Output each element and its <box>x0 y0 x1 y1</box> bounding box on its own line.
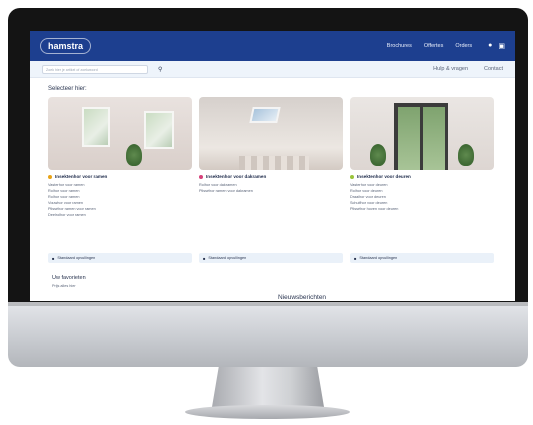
category-dot <box>48 174 52 179</box>
monitor-chin <box>8 302 528 367</box>
window-left <box>82 107 110 147</box>
card-roof-windows[interactable]: Insektenhor voor dakramen Rolhor voor da… <box>199 97 343 218</box>
site-logo[interactable]: hamstra <box>40 38 92 54</box>
sub-nav: Hulp & vragen Contact <box>433 66 503 72</box>
chin-shadow <box>8 302 528 306</box>
site-header: hamstra Brochures Offertes Orders ● ▣ <box>30 31 515 61</box>
roof-window <box>249 107 281 123</box>
card-title[interactable]: Insektenhor voor dakramen <box>206 174 266 179</box>
card-footer-label: Standaard opvullingen <box>359 256 398 260</box>
card-footers: ■ Standaard opvullingen ■ Standaard opvu… <box>48 249 494 263</box>
card-footer-windows[interactable]: ■ Standaard opvullingen <box>48 253 192 263</box>
contact-link[interactable]: Contact <box>484 66 503 72</box>
stair-railing <box>239 156 309 170</box>
user-icon[interactable]: ● <box>488 42 492 50</box>
card-photo-roof-windows[interactable] <box>199 97 343 170</box>
section-title: Selecteer hier: <box>48 86 87 92</box>
grid-icon: ■ <box>203 255 206 261</box>
category-dot <box>199 174 203 179</box>
card-head: Insektenhor voor dakramen <box>199 174 343 179</box>
nav-offertes[interactable]: Offertes <box>424 43 443 49</box>
news-title: Nieuwsberichten <box>278 294 327 301</box>
card-windows[interactable]: Insektenhor voor ramen Vasterhor voor ra… <box>48 97 192 218</box>
help-link[interactable]: Hulp & vragen <box>433 66 468 72</box>
door-glass-left <box>398 107 420 170</box>
monitor-stand-neck <box>212 367 324 407</box>
screen: hamstra Brochures Offertes Orders ● ▣ Zo… <box>30 31 515 301</box>
monitor: hamstra Brochures Offertes Orders ● ▣ Zo… <box>0 0 533 425</box>
favorites-section: Uw favorieten Prijs alles hier <box>52 275 86 288</box>
card-footer-roof-windows[interactable]: ■ Standaard opvullingen <box>199 253 343 263</box>
list-item[interactable]: Deelrolhor voor ramen <box>48 212 192 218</box>
card-footer-label: Standaard opvullingen <box>57 256 96 260</box>
card-footer-label: Standaard opvullingen <box>208 256 247 260</box>
window-right <box>144 111 174 149</box>
card-head: Insektenhor voor ramen <box>48 174 192 179</box>
main-content: Selecteer hier: Insektenhor voor ramen V… <box>30 78 515 218</box>
grid-icon: ■ <box>354 255 357 261</box>
search-icon[interactable]: ⚲ <box>158 66 162 73</box>
plant <box>458 144 474 166</box>
door-glass-right <box>423 107 445 170</box>
plant <box>370 144 386 166</box>
header-icons: ● ▣ <box>488 42 505 50</box>
card-list: Rolhor voor dakramen Plisséhor ramen voo… <box>199 182 343 194</box>
card-doors[interactable]: Insektenhor voor deuren Vasterhor voor d… <box>350 97 494 218</box>
favorites-title: Uw favorieten <box>52 275 86 281</box>
card-list: Vasterhor voor deuren Rolhor voor deuren… <box>350 182 494 212</box>
card-title[interactable]: Insektenhor voor deuren <box>357 174 411 179</box>
card-list: Vasterhor voor ramen Rolhor voor ramen R… <box>48 182 192 218</box>
favorites-subtitle[interactable]: Prijs alles hier <box>52 284 86 288</box>
card-title[interactable]: Insektenhor voor ramen <box>55 174 107 179</box>
plant <box>126 144 142 166</box>
monitor-stand-base <box>185 405 350 419</box>
search-input[interactable]: Zoek hier je artikel of zoekwoord <box>42 64 148 74</box>
nav-brochures[interactable]: Brochures <box>387 43 412 49</box>
grid-icon: ■ <box>52 255 55 261</box>
card-photo-windows[interactable] <box>48 97 192 170</box>
card-head: Insektenhor voor deuren <box>350 174 494 179</box>
top-nav: Brochures Offertes Orders ● ▣ <box>387 42 505 50</box>
category-cards: Insektenhor voor ramen Vasterhor voor ra… <box>48 97 497 218</box>
card-footer-doors[interactable]: ■ Standaard opvullingen <box>350 253 494 263</box>
cart-icon[interactable]: ▣ <box>498 42 505 50</box>
list-item[interactable]: Plisséhor hoven voor deuren <box>350 206 494 212</box>
category-dot <box>350 174 354 179</box>
search-bar-row: Zoek hier je artikel of zoekwoord ⚲ Hulp… <box>30 61 515 78</box>
list-item[interactable]: Plisséhor ramen voor dakramen <box>199 188 343 194</box>
nav-orders[interactable]: Orders <box>455 43 472 49</box>
card-photo-doors[interactable] <box>350 97 494 170</box>
